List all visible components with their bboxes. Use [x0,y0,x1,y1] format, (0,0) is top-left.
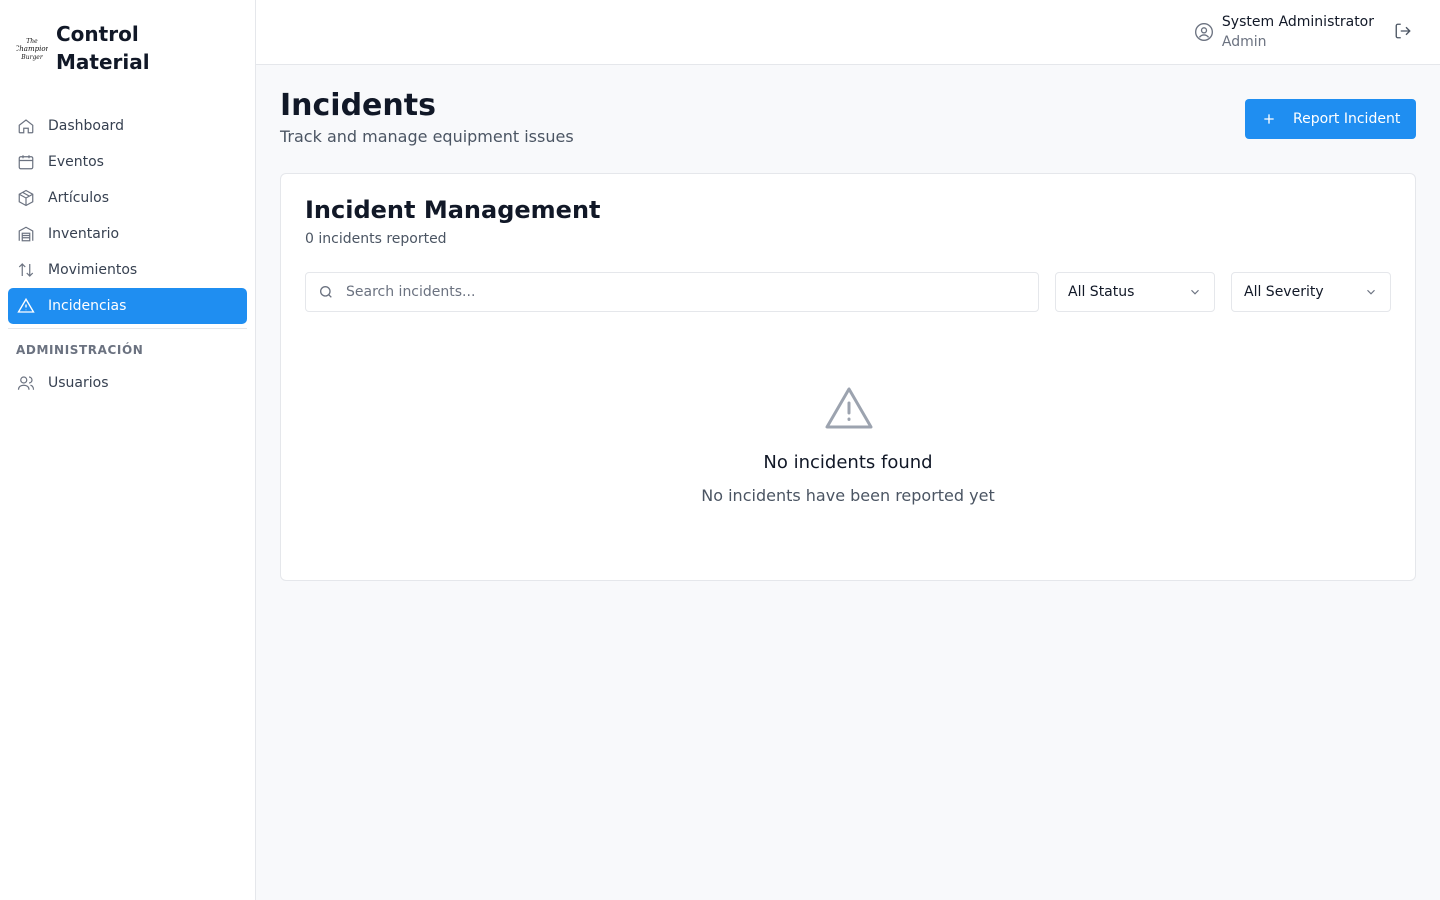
sidebar-item-label: Movimientos [48,262,138,278]
sidebar-item-label: Eventos [48,154,104,170]
incident-management-card: Incident Management 0 incidents reported… [280,173,1416,581]
user-info: System Administrator Admin [1222,12,1374,52]
empty-state-title: No incidents found [763,452,933,473]
severity-filter-value: All Severity [1244,284,1324,300]
home-icon [16,116,36,136]
status-filter-value: All Status [1068,284,1135,300]
sidebar-item-label: Inventario [48,226,120,242]
sidebar-item-eventos[interactable]: Eventos [8,144,247,180]
box-icon [16,188,36,208]
sidebar-nav: Dashboard Eventos Artículos Inventario M… [8,108,247,401]
sidebar-item-dashboard[interactable]: Dashboard [8,108,247,144]
status-filter[interactable]: All Status [1055,272,1215,312]
sidebar-item-incidencias[interactable]: Incidencias [8,288,247,324]
brand[interactable]: The Champion Burger Control Material [16,20,150,76]
card-title: Incident Management [305,196,601,224]
sidebar: The Champion Burger Control Material Das… [0,0,256,900]
incident-count: 0 incidents reported [305,231,447,247]
user-menu[interactable]: System Administrator Admin [1194,12,1374,52]
search-box[interactable] [305,272,1039,312]
report-incident-label: Report Incident [1293,111,1401,127]
empty-state-subtitle: No incidents have been reported yet [701,486,995,505]
sidebar-item-label: Usuarios [48,375,109,391]
chevron-down-icon [1364,285,1378,299]
page-title: Incidents [280,88,436,123]
severity-filter[interactable]: All Severity [1231,272,1391,312]
sidebar-item-usuarios[interactable]: Usuarios [8,365,247,401]
brand-title: Control Material [56,22,150,74]
user-circle-icon [1194,22,1214,42]
search-icon [318,284,334,300]
plus-icon [1261,111,1277,127]
arrows-up-down-icon [16,260,36,280]
users-icon [16,373,36,393]
top-header: System Administrator Admin [256,0,1440,65]
user-role: Admin [1221,34,1267,50]
calendar-icon [16,152,36,172]
sidebar-item-label: Dashboard [48,118,124,134]
svg-text:Burger: Burger [20,54,44,61]
warning-triangle-icon [16,296,36,316]
sidebar-item-label: Artículos [48,190,110,206]
brand-logo: The Champion Burger [16,34,48,62]
search-input[interactable] [346,284,1038,300]
nav-section-title: ADMINISTRACIÓN [16,343,144,357]
warning-triangle-icon [825,386,873,430]
sidebar-item-label: Incidencias [48,298,127,314]
sidebar-item-inventario[interactable]: Inventario [8,216,247,252]
sidebar-item-movimientos[interactable]: Movimientos [8,252,247,288]
chevron-down-icon [1188,285,1202,299]
report-incident-button[interactable]: Report Incident [1245,99,1416,139]
user-name: System Administrator [1221,14,1374,30]
nav-divider [8,328,247,329]
page-subtitle: Track and manage equipment issues [280,127,574,146]
svg-text:The: The [26,38,38,45]
logout-icon[interactable] [1394,22,1414,42]
sidebar-item-articulos[interactable]: Artículos [8,180,247,216]
warehouse-icon [16,224,36,244]
svg-text:Champion: Champion [16,45,48,53]
